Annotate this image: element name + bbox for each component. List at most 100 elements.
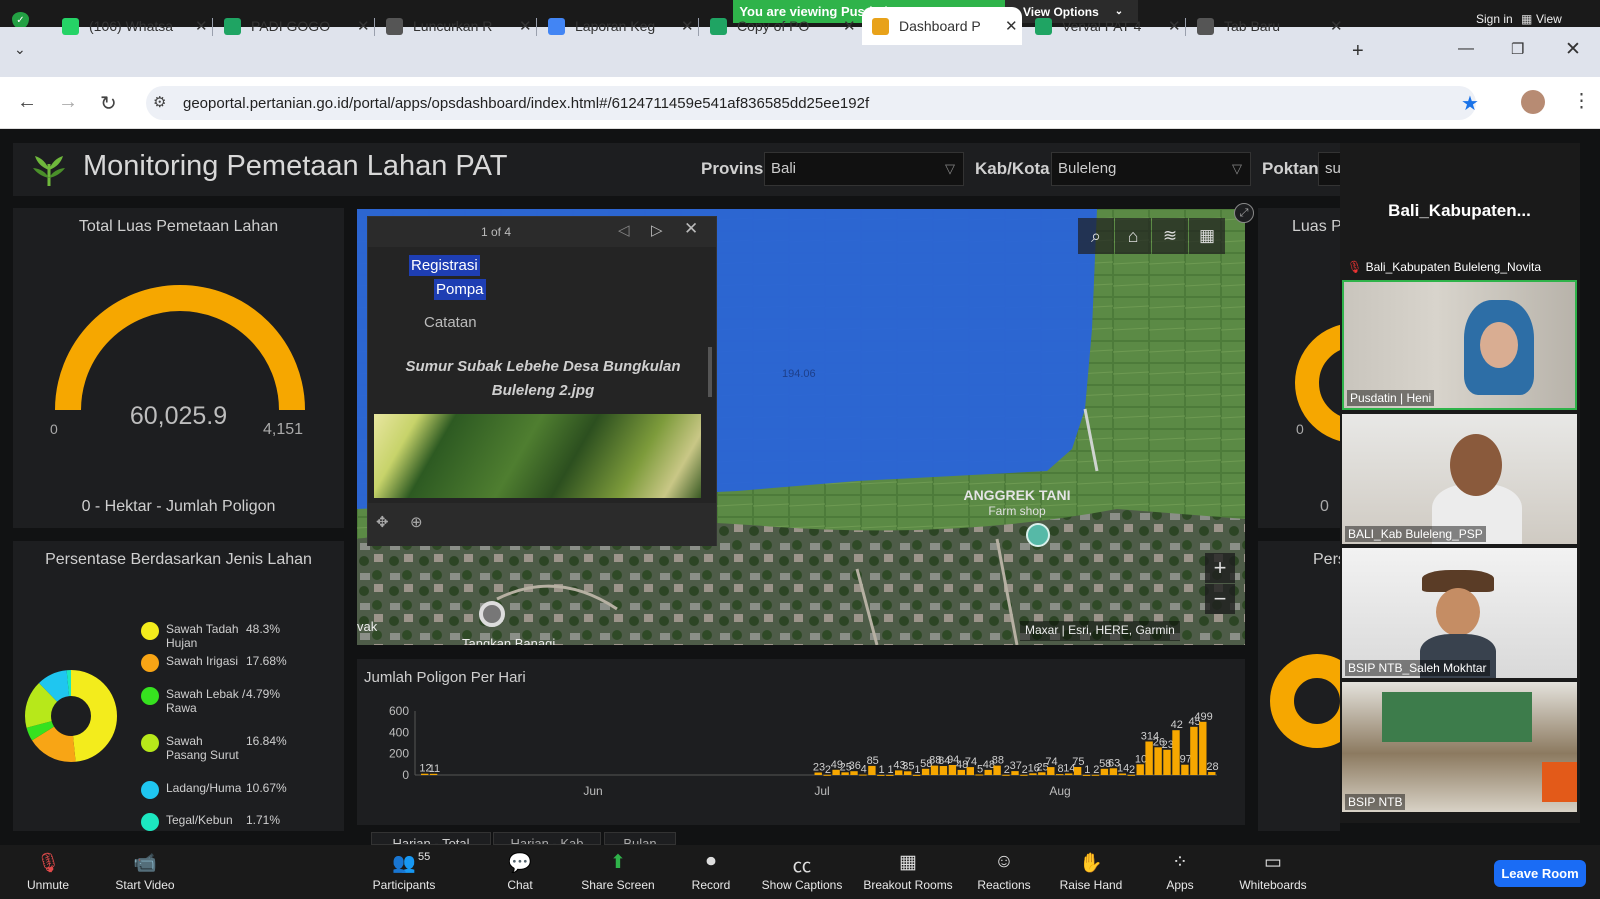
participant-name: Pusdatin | Heni <box>1347 390 1435 406</box>
chart-bar[interactable] <box>1172 730 1180 775</box>
chart-bar[interactable] <box>939 766 948 775</box>
map-layers-icon[interactable]: ≋ <box>1152 218 1188 254</box>
view-button[interactable]: View <box>1536 12 1562 26</box>
show-captions-button[interactable]: ㏄ Show Captions <box>752 851 852 892</box>
back-arrow-icon[interactable]: ← <box>17 91 37 114</box>
raise-hand-button[interactable]: ✋ Raise Hand <box>1041 851 1141 892</box>
legend-pct: 17.68% <box>246 654 287 668</box>
unmute-button[interactable]: 🎙 Unmute <box>0 851 98 892</box>
location-marker-icon[interactable] <box>479 601 505 627</box>
tab-close-icon[interactable]: ✕ <box>357 17 370 35</box>
participants-button[interactable]: 👥 55 Participants <box>354 851 454 892</box>
tab-close-icon[interactable]: ✕ <box>519 17 532 35</box>
popup-next-icon[interactable]: ▷ <box>651 221 663 239</box>
profile-avatar[interactable] <box>1521 90 1545 114</box>
tab-close-icon[interactable]: ✕ <box>843 17 856 35</box>
breakout-rooms-button[interactable]: ▦ Breakout Rooms <box>858 851 958 892</box>
participant-tile[interactable]: BSIP NTB_Saleh Mokhtar <box>1342 548 1577 678</box>
chart-bar[interactable] <box>993 765 1001 775</box>
minimize-window-button[interactable]: — <box>1458 40 1474 58</box>
tab-close-icon[interactable]: ✕ <box>1005 17 1018 35</box>
bookmark-star-icon[interactable]: ★ <box>1461 91 1479 116</box>
browser-tab[interactable]: Luncurkan R ✕ <box>376 7 536 45</box>
close-window-button[interactable]: ✕ <box>1565 38 1581 61</box>
participant-face <box>1480 322 1518 368</box>
zoom-to-icon[interactable]: ⊕ <box>410 513 423 531</box>
right-gauge-panel: Luas P 0 0 <box>1258 208 1340 528</box>
map-search-icon[interactable]: ⌕ <box>1078 218 1114 254</box>
participant-count: 55 <box>418 851 431 863</box>
bar-value-label: 23 <box>1162 739 1174 751</box>
sign-in-link[interactable]: Sign in <box>1476 12 1513 26</box>
tab-title: Verval PAT 4 <box>1062 18 1142 34</box>
popup-close-icon[interactable]: ✕ <box>684 219 698 239</box>
browser-tab[interactable]: (106) Whatsa ✕ <box>52 7 212 45</box>
chart-bar[interactable] <box>1199 721 1207 775</box>
tab-title: Dashboard P <box>899 18 981 34</box>
popup-scrollbar[interactable] <box>708 347 712 397</box>
tab-close-icon[interactable]: ✕ <box>195 17 208 35</box>
leave-room-button[interactable]: Leave Room <box>1494 860 1586 887</box>
browser-tab[interactable]: PADI GOGO ✕ <box>214 7 374 45</box>
fullscreen-icon[interactable]: ⤢ <box>1234 203 1254 223</box>
legend-pct: 48.3% <box>246 622 281 636</box>
zoom-out-button[interactable]: − <box>1205 584 1235 614</box>
restore-window-button[interactable]: ❐ <box>1511 40 1524 58</box>
url-text[interactable]: geoportal.pertanian.go.id/portal/apps/op… <box>183 95 869 112</box>
chart-bar[interactable] <box>1136 764 1144 775</box>
share-screen-button[interactable]: ⬆ Share Screen <box>568 851 668 892</box>
tab-bulan[interactable]: Bulan <box>604 832 676 845</box>
apps-button[interactable]: ⁘ Apps <box>1130 851 1230 892</box>
popup-prev-icon[interactable]: ◁ <box>618 221 630 239</box>
browser-tab[interactable]: Dashboard P ✕ <box>862 7 1022 45</box>
chat-button[interactable]: 💬 Chat <box>470 851 570 892</box>
kab-select[interactable]: Buleleng ▽ <box>1051 152 1251 186</box>
reactions-button[interactable]: ☺ Reactions <box>954 851 1054 892</box>
legend-item: Sawah Irigasi 17.68% <box>141 654 287 672</box>
chart-bar[interactable] <box>1047 767 1055 775</box>
site-settings-icon[interactable]: ⚙ <box>153 93 166 111</box>
tab-title: Luncurkan R <box>413 18 493 34</box>
map-pin-icon[interactable] <box>1026 523 1050 547</box>
participant-tile[interactable]: BALI_Kab Buleleng_PSP <box>1342 414 1577 544</box>
tab-close-icon[interactable]: ✕ <box>1168 17 1181 35</box>
tab-harian-total[interactable]: Harian - Total <box>371 832 491 845</box>
map-basemap-icon[interactable]: ▦ <box>1189 218 1225 254</box>
tab-close-icon[interactable]: ✕ <box>681 17 694 35</box>
popup-photo[interactable] <box>374 414 701 498</box>
chart-bar[interactable] <box>1073 767 1082 775</box>
reload-icon[interactable]: ↻ <box>100 91 117 116</box>
browser-tab[interactable]: Laporan Keg ✕ <box>538 7 698 45</box>
chart-bar[interactable] <box>1181 764 1189 775</box>
chrome-menu-icon[interactable]: ⋮ <box>1572 90 1591 113</box>
tab-harian-kab[interactable]: Harian - Kab <box>493 832 601 845</box>
browser-tab[interactable]: Copy of PO ✕ <box>700 7 860 45</box>
participant-tile[interactable]: BSIP NTB <box>1342 682 1577 812</box>
provinsi-value: Bali <box>771 160 797 177</box>
zoom-in-button[interactable]: + <box>1205 553 1235 583</box>
tab-search-icon[interactable]: ⌄ <box>14 41 26 58</box>
new-tab-button[interactable]: + <box>1352 40 1364 63</box>
chart-bar[interactable] <box>930 765 939 775</box>
chart-bar[interactable] <box>1154 747 1162 775</box>
tab-close-icon[interactable]: ✕ <box>1330 17 1343 35</box>
popup-field-pompa: Pompa <box>434 279 486 300</box>
chart-bar[interactable] <box>868 765 876 775</box>
start-video-button[interactable]: 📹 Start Video <box>95 851 195 892</box>
map-home-icon[interactable]: ⌂ <box>1115 218 1151 254</box>
chart-bar[interactable] <box>1145 741 1153 776</box>
legend-item: Sawah Lebak / Rawa 4.79% <box>141 687 280 715</box>
participant-tile[interactable]: Pusdatin | Heni <box>1342 280 1577 410</box>
forward-arrow-icon[interactable]: → <box>58 91 78 114</box>
browser-tab[interactable]: Verval PAT 4 ✕ <box>1025 7 1185 45</box>
chart-bar[interactable] <box>1163 749 1171 775</box>
whiteboards-button[interactable]: ▭ Whiteboards <box>1223 851 1323 892</box>
chart-bar[interactable] <box>1190 726 1198 775</box>
browser-tab[interactable]: Tab Baru ✕ <box>1187 7 1347 45</box>
right-pie-title: Persen <box>1313 551 1340 568</box>
provinsi-select[interactable]: Bali ▽ <box>764 152 964 186</box>
record-button[interactable]: ⏺ Record <box>661 851 761 892</box>
kab-label: Kab/Kota <box>975 159 1050 178</box>
pan-icon[interactable]: ✥ <box>376 513 389 531</box>
chart-bar[interactable] <box>966 767 974 775</box>
